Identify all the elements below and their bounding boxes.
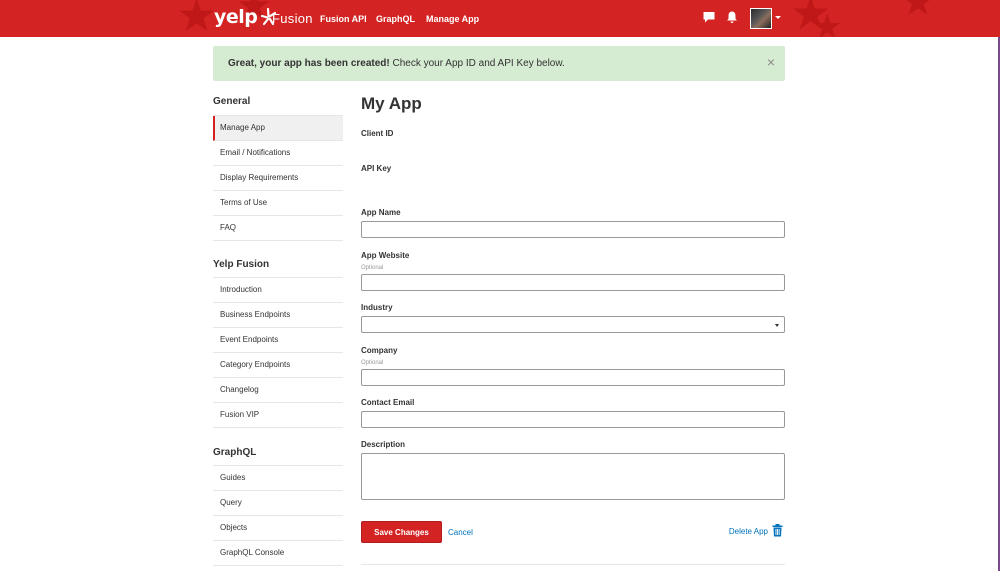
sidebar-item-display-requirements[interactable]: Display Requirements [213, 166, 343, 191]
sidebar-item-category-endpoints[interactable]: Category Endpoints [213, 353, 343, 378]
contact-email-label: Contact Email [361, 398, 415, 407]
nav-manage-app[interactable]: Manage App [426, 14, 479, 24]
sidebar-list: Manage App Email / Notifications Display… [213, 115, 343, 241]
sidebar-item-guides[interactable]: Guides [213, 466, 343, 491]
logo-wordmark: yelp [214, 6, 258, 28]
cancel-link[interactable]: Cancel [448, 528, 473, 537]
sidebar-item-business-endpoints[interactable]: Business Endpoints [213, 303, 343, 328]
app-name-input[interactable] [361, 221, 785, 238]
alert-bold-text: Great, your app has been created! [228, 58, 390, 69]
success-alert: Great, your app has been created! Check … [213, 46, 785, 81]
divider [361, 564, 785, 565]
alert-message: Great, your app has been created! Check … [228, 58, 565, 69]
sidebar-list: Introduction Business Endpoints Event En… [213, 277, 343, 428]
delete-app-link[interactable]: Delete App [729, 527, 768, 536]
sidebar-item-graphql-console[interactable]: GraphQL Console [213, 541, 343, 566]
company-input[interactable] [361, 369, 785, 386]
description-textarea[interactable] [361, 453, 785, 500]
description-label: Description [361, 440, 406, 449]
sidebar-item-introduction[interactable]: Introduction [213, 278, 343, 303]
sidebar-section-yelp-fusion: Yelp Fusion Introduction Business Endpoi… [213, 259, 343, 428]
sidebar-heading: General [213, 96, 251, 107]
client-id-label: Client ID [361, 129, 394, 138]
star-decoration-icon: ★ [812, 8, 843, 37]
sidebar-item-event-endpoints[interactable]: Event Endpoints [213, 328, 343, 353]
alert-body-text: Check your App ID and API Key below. [389, 58, 565, 69]
message-icon[interactable] [702, 10, 716, 24]
sidebar-item-objects[interactable]: Objects [213, 516, 343, 541]
chevron-down-icon [775, 324, 779, 327]
close-icon[interactable]: × [767, 55, 775, 69]
star-decoration-icon: ★ [176, 0, 218, 37]
sidebar: General Manage App Email / Notifications… [213, 96, 343, 566]
sidebar-item-faq[interactable]: FAQ [213, 216, 343, 241]
sidebar-item-manage-app[interactable]: Manage App [213, 116, 343, 141]
industry-select[interactable] [361, 316, 785, 333]
chevron-down-icon[interactable] [775, 16, 781, 19]
sidebar-item-terms-of-use[interactable]: Terms of Use [213, 191, 343, 216]
avatar[interactable] [750, 8, 772, 29]
nav-fusion-api[interactable]: Fusion API [320, 14, 367, 24]
sidebar-section-graphql: GraphQL Guides Query Objects GraphQL Con… [213, 447, 343, 566]
trash-icon[interactable] [772, 524, 783, 537]
sidebar-item-email-notifications[interactable]: Email / Notifications [213, 141, 343, 166]
yelp-logo[interactable]: yelp [214, 6, 279, 28]
company-optional-hint: Optional [361, 360, 384, 366]
sidebar-heading: GraphQL [213, 447, 257, 458]
product-title: Fusion [272, 11, 313, 26]
app-website-input[interactable] [361, 274, 785, 291]
sidebar-item-query[interactable]: Query [213, 491, 343, 516]
nav-graphql[interactable]: GraphQL [376, 14, 415, 24]
sidebar-item-fusion-vip[interactable]: Fusion VIP [213, 403, 343, 428]
app-website-label: App Website [361, 251, 410, 260]
sidebar-list: Guides Query Objects GraphQL Console [213, 465, 343, 566]
company-label: Company [361, 346, 398, 355]
bell-icon[interactable] [725, 10, 739, 24]
sidebar-item-changelog[interactable]: Changelog [213, 378, 343, 403]
sidebar-heading: Yelp Fusion [213, 259, 270, 270]
app-name-label: App Name [361, 208, 401, 217]
top-nav-bar: ★ ★ ★ ★ ★ yelp Fusion Fusion API GraphQL… [0, 0, 1000, 37]
save-changes-button[interactable]: Save Changes [361, 521, 442, 543]
industry-label: Industry [361, 303, 393, 312]
contact-email-input[interactable] [361, 411, 785, 428]
app-website-optional-hint: Optional [361, 265, 384, 271]
page-title: My App [361, 94, 422, 113]
sidebar-section-general: General Manage App Email / Notifications… [213, 96, 343, 241]
api-key-label: API Key [361, 164, 392, 173]
star-decoration-icon: ★ [900, 0, 936, 24]
